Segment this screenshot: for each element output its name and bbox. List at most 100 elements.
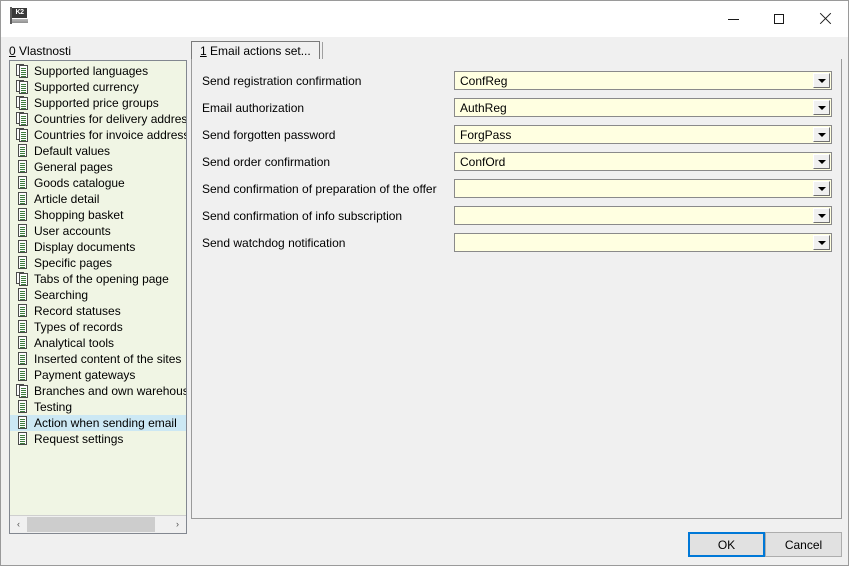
email-action-combobox[interactable]: AuthReg <box>454 98 832 117</box>
form-row-label: Send order confirmation <box>202 155 330 169</box>
list-item[interactable]: General pages <box>10 159 186 175</box>
list-item-label: Supported currency <box>34 80 139 94</box>
document-icon <box>16 144 29 158</box>
list-item[interactable]: Payment gateways <box>10 367 186 383</box>
form-row: Send watchdog notification <box>192 233 841 255</box>
list-item-label: Request settings <box>34 432 123 446</box>
combobox-value: ConfReg <box>460 74 507 88</box>
dialog-window: K2 0 Vlastnosti Supported languagesSuppo… <box>0 0 849 566</box>
email-action-combobox[interactable] <box>454 206 832 225</box>
list-item-label: Inserted content of the sites <box>34 352 181 366</box>
list-item[interactable]: Analytical tools <box>10 335 186 351</box>
ok-button[interactable]: OK <box>688 532 765 557</box>
list-item-label: Supported languages <box>34 64 148 78</box>
properties-label-text: Vlastnosti <box>16 44 71 58</box>
list-item[interactable]: Record statuses <box>10 303 186 319</box>
email-action-combobox[interactable]: ConfReg <box>454 71 832 90</box>
chevron-down-icon[interactable] <box>813 154 830 169</box>
close-button[interactable] <box>802 1 848 37</box>
scrollbar-thumb[interactable] <box>27 517 155 532</box>
list-item-label: Goods catalogue <box>34 176 125 190</box>
email-action-combobox[interactable] <box>454 179 832 198</box>
document-icon <box>16 208 29 222</box>
document-icon <box>16 288 29 302</box>
list-item-label: Default values <box>34 144 110 158</box>
list-item[interactable]: Countries for invoice addresses <box>10 127 186 143</box>
tab-email-actions[interactable]: 1 Email actions set... <box>191 41 320 60</box>
chevron-down-icon[interactable] <box>813 235 830 250</box>
document-icon <box>16 320 29 334</box>
document-icon <box>16 368 29 382</box>
chevron-down-icon[interactable] <box>813 100 830 115</box>
list-item[interactable]: Action when sending email <box>10 415 186 431</box>
document-icon <box>16 352 29 366</box>
chevron-down-icon[interactable] <box>813 127 830 142</box>
chevron-down-icon[interactable] <box>813 181 830 196</box>
form-row-label: Send forgotten password <box>202 128 335 142</box>
list-item[interactable]: Inserted content of the sites <box>10 351 186 367</box>
email-action-combobox[interactable]: ForgPass <box>454 125 832 144</box>
form-row-label: Send confirmation of info subscription <box>202 209 402 223</box>
email-actions-panel: Send registration confirmationConfReg Ema… <box>191 59 842 519</box>
list-item-label: Tabs of the opening page <box>34 272 169 286</box>
list-item[interactable]: Request settings <box>10 431 186 447</box>
list-item[interactable]: Display documents <box>10 239 186 255</box>
document-icon <box>16 400 29 414</box>
minimize-button[interactable] <box>710 1 756 37</box>
minimize-icon <box>728 19 739 20</box>
document-icon <box>16 416 29 430</box>
window-controls <box>710 1 848 37</box>
document-icon <box>16 432 29 446</box>
list-item[interactable]: Types of records <box>10 319 186 335</box>
properties-listbox[interactable]: Supported languages Supported currencySup… <box>9 60 187 534</box>
combobox-value: ConfOrd <box>460 155 505 169</box>
maximize-icon <box>774 14 784 24</box>
chevron-down-icon[interactable] <box>813 208 830 223</box>
list-item-label: Types of records <box>34 320 123 334</box>
list-item[interactable]: Supported currency <box>10 79 186 95</box>
list-item[interactable]: Testing <box>10 399 186 415</box>
scrollbar-track[interactable] <box>27 516 169 533</box>
form-row-label: Email authorization <box>202 101 304 115</box>
multi-document-icon <box>16 80 29 94</box>
list-item[interactable]: Branches and own warehouses <box>10 383 186 399</box>
properties-list[interactable]: Supported languages Supported currencySup… <box>10 63 186 515</box>
list-item[interactable]: Default values <box>10 143 186 159</box>
form-row-label: Send watchdog notification <box>202 236 345 250</box>
list-item-label: Analytical tools <box>34 336 114 350</box>
list-item-label: Searching <box>34 288 88 302</box>
multi-document-icon <box>16 112 29 126</box>
form-row: Send forgotten password ForgPass <box>192 125 841 147</box>
list-item[interactable]: Supported price groups <box>10 95 186 111</box>
document-icon <box>16 176 29 190</box>
document-icon <box>16 304 29 318</box>
document-icon <box>16 224 29 238</box>
list-item-label: Record statuses <box>34 304 121 318</box>
list-item[interactable]: Tabs of the opening page <box>10 271 186 287</box>
k2-logo-text: K2 <box>12 8 27 18</box>
list-item-label: Branches and own warehouses <box>34 384 186 398</box>
list-item[interactable]: Specific pages <box>10 255 186 271</box>
scroll-left-arrow-icon[interactable]: ‹ <box>10 516 27 533</box>
list-item[interactable]: Shopping basket <box>10 207 186 223</box>
email-action-combobox[interactable] <box>454 233 832 252</box>
horizontal-scrollbar[interactable]: ‹ › <box>10 515 186 533</box>
list-item-label: User accounts <box>34 224 111 238</box>
list-item[interactable]: Countries for delivery address <box>10 111 186 127</box>
list-item[interactable]: Supported languages <box>10 63 186 79</box>
list-item[interactable]: Searching <box>10 287 186 303</box>
form-row: Send registration confirmationConfReg <box>192 71 841 93</box>
scroll-right-arrow-icon[interactable]: › <box>169 516 186 533</box>
email-action-combobox[interactable]: ConfOrd <box>454 152 832 171</box>
list-item-label: Testing <box>34 400 72 414</box>
tab-strip: 1 Email actions set... <box>191 41 842 60</box>
list-item[interactable]: Article detail <box>10 191 186 207</box>
list-item[interactable]: Goods catalogue <box>10 175 186 191</box>
maximize-button[interactable] <box>756 1 802 37</box>
list-item[interactable]: User accounts <box>10 223 186 239</box>
properties-accel-key: 0 <box>9 44 16 58</box>
chevron-down-icon[interactable] <box>813 73 830 88</box>
form-row: Email authorization AuthReg <box>192 98 841 120</box>
form-row: Send order confirmation ConfOrd <box>192 152 841 174</box>
cancel-button[interactable]: Cancel <box>765 532 842 557</box>
